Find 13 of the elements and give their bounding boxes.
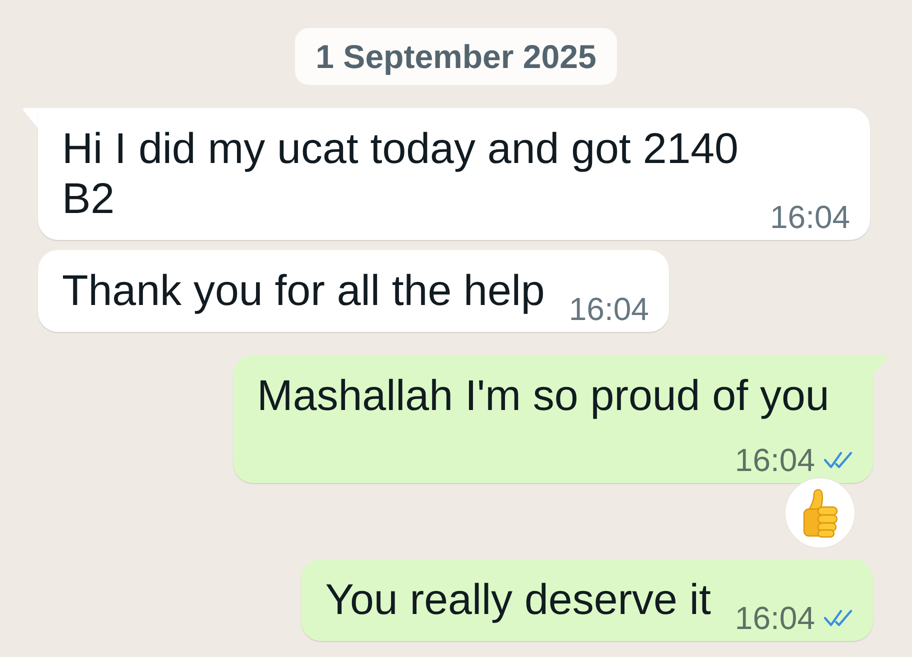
message-time: 16:04 — [734, 442, 815, 478]
message-text: Hi I did my ucat today and got 2140 B2 — [62, 124, 740, 224]
message-time: 16:04 — [770, 199, 850, 235]
thumbs-up-reaction-icon[interactable] — [784, 477, 856, 549]
message-time: 16:04 — [734, 600, 815, 636]
message-time: 16:04 — [568, 291, 649, 327]
message-text: Thank you for all the help — [62, 266, 545, 316]
message-bubble[interactable]: Hi I did my ucat today and got 2140 B2 16:04 — [38, 108, 870, 240]
message-bubble[interactable]: You really deserve it 16:04 — [301, 559, 873, 641]
message-bubble[interactable]: Thank you for all the help 16:04 — [38, 250, 669, 332]
message-text: Mashallah I'm so proud of you — [257, 371, 830, 421]
message-bubble[interactable]: Mashallah I'm so proud of you 16:04 — [233, 355, 873, 483]
message-text: You really deserve it — [325, 575, 711, 625]
